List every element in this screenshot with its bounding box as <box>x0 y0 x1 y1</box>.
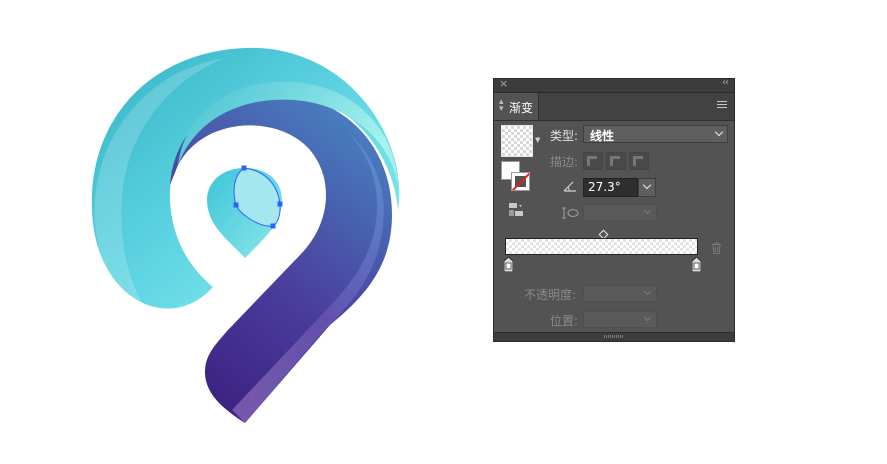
swatch-dropdown-icon[interactable]: ▼ <box>535 136 540 144</box>
menu-icon[interactable] <box>717 101 727 110</box>
stroke-gradient-across-button[interactable] <box>629 152 649 170</box>
anchor-point <box>241 165 247 171</box>
panel-tab-row: ▴ ▾ 渐变 <box>494 93 734 121</box>
gradient-stop-icon[interactable] <box>504 257 513 272</box>
stroke-label: 描边: <box>550 155 579 169</box>
aspect-ratio-icon <box>562 207 579 219</box>
anchor-point <box>277 201 283 207</box>
position-label: 位置: <box>550 314 579 328</box>
gradient-panel: × ‹‹ ▴ ▾ 渐变 ▼ 类型: 线性 描边: 27.3° 不透明度: 位置: <box>493 77 735 342</box>
chevron-down-icon <box>642 180 652 190</box>
tab-label: 渐变 <box>509 101 534 115</box>
gradient-swatch[interactable] <box>501 125 533 157</box>
chevron-down-icon <box>643 206 652 215</box>
opacity-field[interactable] <box>583 285 657 302</box>
gradient-options-icon[interactable] <box>508 202 524 218</box>
type-value: 线性 <box>590 129 615 143</box>
gradient-slider-bar[interactable] <box>505 238 698 255</box>
chevron-down-icon <box>714 127 724 137</box>
close-icon[interactable]: × <box>499 77 508 90</box>
stroke-gradient-along-button[interactable] <box>606 152 626 170</box>
position-field[interactable] <box>583 311 657 328</box>
panel-titlebar[interactable]: × ‹‹ <box>494 77 734 93</box>
anchor-point <box>233 202 239 208</box>
angle-dropdown[interactable] <box>638 178 656 197</box>
stroke-box-none[interactable] <box>511 172 530 191</box>
trash-icon[interactable] <box>711 242 722 254</box>
stroke-gradient-within-button[interactable] <box>583 152 603 170</box>
logo-artwork <box>91 47 400 423</box>
type-dropdown[interactable]: 线性 <box>583 125 728 143</box>
double-chevron-left-icon[interactable]: ‹‹ <box>722 77 729 88</box>
fill-stroke-widget[interactable] <box>501 161 531 191</box>
tab-gradient[interactable]: ▴ ▾ 渐变 <box>494 93 539 120</box>
chevron-down-icon <box>643 287 652 296</box>
opacity-label: 不透明度: <box>524 288 577 302</box>
angle-icon <box>563 181 576 192</box>
aspect-ratio-field[interactable] <box>583 204 657 221</box>
gradient-stop-icon[interactable] <box>692 257 701 272</box>
type-label: 类型: <box>550 129 579 143</box>
angle-value: 27.3° <box>588 180 621 194</box>
updown-arrows-icon[interactable]: ▴ ▾ <box>499 98 504 114</box>
resize-grip-icon[interactable] <box>604 335 624 338</box>
panel-resize-footer[interactable] <box>494 332 734 341</box>
chevron-down-icon <box>643 313 652 322</box>
angle-input[interactable]: 27.3° <box>583 178 638 197</box>
anchor-point <box>270 223 276 229</box>
